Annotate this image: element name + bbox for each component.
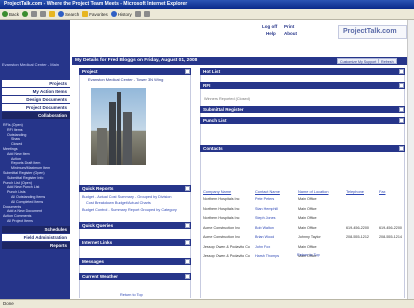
forward-arrow-icon[interactable]	[22, 11, 29, 17]
refresh-button[interactable]: Refresh	[378, 58, 397, 64]
stop-icon[interactable]	[31, 11, 38, 17]
table-cell: Jessop Owen & Podavito Co	[203, 254, 250, 258]
quick-queries-header[interactable]: Quick Queries	[79, 222, 191, 229]
rfi-link[interactable]: Winners Reported (Closed)	[204, 97, 250, 101]
collapse-icon[interactable]	[399, 146, 404, 151]
status-bar: Done	[0, 299, 414, 308]
table-cell: Acme Construction Inc	[203, 235, 241, 239]
table-cell[interactable]: Harsh Thomps	[255, 254, 279, 258]
back-arrow-icon	[2, 11, 8, 17]
table-cell: Johnny Taylor	[298, 235, 321, 239]
project-panel-header[interactable]: Project	[79, 68, 191, 75]
search-button[interactable]: Search	[58, 11, 79, 17]
navigation-tree: RFIs (Open) RFI Items Outstanding Shaw Close…	[0, 120, 70, 226]
table-cell[interactable]: Pete Peters	[255, 197, 274, 201]
table-cell: Main Office	[298, 225, 317, 230]
browser-toolbar: Back Search Favorites History	[0, 9, 414, 20]
column-header[interactable]: Company Name	[203, 189, 231, 194]
table-cell: 619-456-2200	[346, 225, 369, 230]
tree-item[interactable]: All Project Items	[3, 219, 68, 224]
punch-list-header[interactable]: Punch List	[200, 117, 405, 124]
rfi-header[interactable]: RFI	[200, 82, 405, 89]
back-button[interactable]: Back	[2, 11, 19, 17]
submittal-register-header[interactable]: Submittal Register	[200, 106, 405, 113]
sidebar-item-my-action-items[interactable]: My Action Items	[2, 88, 70, 95]
table-cell: Main Office	[298, 216, 317, 220]
column-header[interactable]: Fax	[379, 189, 386, 194]
table-cell: Main Office	[298, 206, 317, 211]
messages-header[interactable]: Messages	[79, 258, 191, 265]
quick-report-link[interactable]: Budget - Actual Cost Summary - Grouped b…	[82, 195, 171, 199]
collapse-icon[interactable]	[185, 186, 190, 191]
contacts-header[interactable]: Contacts	[200, 145, 405, 152]
organization-name: Evanston Medical Center - Main	[2, 62, 59, 67]
table-cell: Northern Hospitals Inc	[203, 197, 240, 201]
sidebar-item-reports[interactable]: Reports	[2, 241, 70, 249]
internet-links-header[interactable]: Internet Links	[79, 239, 191, 246]
hot-list-header[interactable]: Hot List	[200, 68, 405, 75]
column-header[interactable]: Telephone	[346, 189, 364, 194]
table-cell: 208-555-1212	[346, 235, 369, 239]
vertical-scrollbar[interactable]	[407, 20, 414, 299]
mail-icon[interactable]	[134, 11, 141, 17]
table-cell[interactable]: Brian Wood	[255, 235, 274, 239]
collapse-icon[interactable]	[399, 69, 404, 74]
search-icon	[58, 11, 65, 17]
table-cell: 619-456-2200	[379, 225, 402, 230]
table-cell: Northern Hospitals Inc	[203, 216, 240, 220]
sidebar-item-collaboration[interactable]: Collaboration	[2, 112, 70, 119]
column-header[interactable]: Name of Location	[298, 189, 329, 194]
sidebar-item-design-documents[interactable]: Design Documents	[2, 96, 70, 103]
project-caption: Evanston Medical Center - Tower 3N Wing	[88, 77, 164, 82]
return-to-top-link[interactable]: Return to Top	[297, 253, 320, 257]
table-cell[interactable]: Bob Walton	[255, 226, 274, 230]
history-button[interactable]: History	[110, 11, 132, 17]
collapse-icon[interactable]	[185, 240, 190, 245]
table-cell: Acme Construction Inc	[203, 225, 241, 230]
table-cell: 208-555-1214	[379, 235, 402, 239]
sidebar-item-schedules[interactable]: Schedules	[2, 225, 70, 233]
quick-report-link[interactable]: Cost Breakdown Budget/Actual Charts	[86, 201, 151, 205]
about-link[interactable]: About	[284, 31, 297, 36]
sidebar-item-field-administration[interactable]: Field Administration	[2, 233, 70, 241]
history-icon	[110, 11, 117, 17]
collapse-icon[interactable]	[399, 83, 404, 88]
collapse-icon[interactable]	[185, 274, 190, 279]
current-weather-header[interactable]: Current Weather	[79, 273, 191, 280]
status-text: Done	[3, 301, 14, 306]
customize-button[interactable]: Customize My Support	[337, 58, 380, 64]
collapse-icon[interactable]	[185, 223, 190, 228]
home-icon[interactable]	[49, 11, 56, 17]
table-cell[interactable]: John Fox	[255, 245, 270, 249]
project-photo	[91, 88, 146, 165]
left-navigation: Evanston Medical Center - Main Projects M…	[0, 20, 70, 299]
window-title: ProjectTalk.com - Where the Project Team…	[0, 0, 414, 9]
return-to-top-link[interactable]: Return to Top	[120, 293, 143, 297]
column-header[interactable]: Contact Name	[255, 189, 280, 194]
collapse-icon[interactable]	[399, 118, 404, 123]
favorites-button[interactable]: Favorites	[82, 11, 108, 17]
quick-reports-header[interactable]: Quick Reports	[79, 185, 191, 192]
quick-report-link[interactable]: Budget Control - Summary Report Grouped …	[82, 208, 177, 212]
table-cell: Northern Hospitals Inc	[203, 206, 240, 211]
table-cell[interactable]: Steph Jones	[255, 216, 276, 220]
print-link[interactable]: Print	[284, 24, 294, 29]
page-title: My Details for Fred Bloggs on Friday, Au…	[72, 57, 407, 65]
table-cell: Jessop Owen & Podavito Co	[203, 244, 250, 249]
print-icon[interactable]	[143, 11, 150, 17]
collapse-icon[interactable]	[185, 69, 190, 74]
table-cell: Main Office	[298, 244, 317, 249]
projecttalk-logo: ProjectTalk.com	[338, 25, 407, 39]
logoff-link[interactable]: Log off	[262, 24, 277, 29]
collapse-icon[interactable]	[185, 259, 190, 264]
table-cell[interactable]: Stan Hemphill	[255, 207, 278, 211]
collapse-icon[interactable]	[399, 107, 404, 112]
sidebar-item-projects[interactable]: Projects	[2, 80, 70, 87]
refresh-icon[interactable]	[40, 11, 47, 17]
sidebar-item-project-documents[interactable]: Project Documents	[2, 104, 70, 111]
help-link[interactable]: Help	[266, 31, 276, 36]
star-icon	[82, 11, 89, 17]
table-cell: Main Office	[298, 197, 317, 201]
